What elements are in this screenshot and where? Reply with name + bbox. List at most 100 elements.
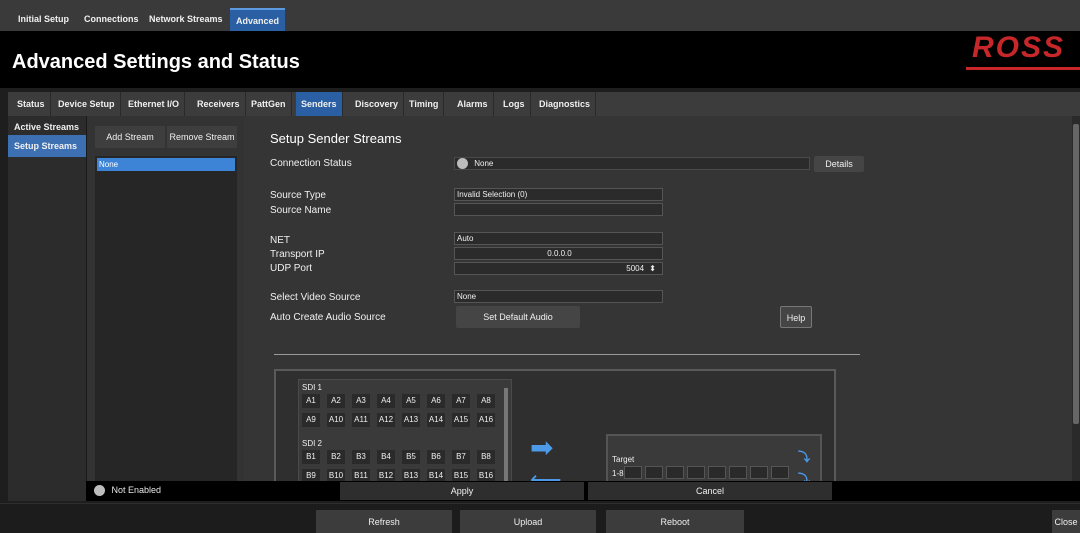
tab-alarms[interactable]: Alarms	[452, 92, 494, 116]
bottom-bar: Refresh Upload Reboot Close	[0, 503, 1080, 533]
curve-arrow-icon[interactable]: ⤵	[798, 448, 810, 465]
source-chip[interactable]: B1	[302, 450, 320, 464]
spinner-icon[interactable]: ⬍	[649, 264, 656, 273]
source-chip[interactable]: B12	[377, 469, 395, 481]
source-scrollbar[interactable]	[504, 388, 508, 481]
sdi1-label: SDI 1	[302, 383, 323, 392]
video-source-field[interactable]: None	[454, 290, 663, 303]
tab-connections[interactable]: Connections	[78, 8, 145, 31]
source-chip[interactable]: A6	[427, 394, 445, 408]
source-chip[interactable]: A8	[477, 394, 495, 408]
source-chip[interactable]: B5	[402, 450, 420, 464]
source-chip[interactable]: B13	[402, 469, 420, 481]
sdi2-label: SDI 2	[302, 439, 323, 448]
tab-device-setup[interactable]: Device Setup	[53, 92, 121, 116]
source-type-field[interactable]: Invalid Selection (0)	[454, 188, 663, 201]
main-scrollbar[interactable]	[1072, 116, 1080, 481]
udp-port-stepper[interactable]: 5004 ⬍	[454, 262, 663, 275]
tab-discovery[interactable]: Discovery	[350, 92, 405, 116]
source-chip[interactable]: A13	[402, 413, 420, 427]
target-slot[interactable]	[750, 466, 768, 479]
target-slot[interactable]	[645, 466, 663, 479]
target-row-label: 1-8	[612, 469, 624, 478]
target-slot[interactable]	[666, 466, 684, 479]
upload-button[interactable]: Upload	[460, 510, 596, 533]
source-chip[interactable]: A1	[302, 394, 320, 408]
source-chip[interactable]: A11	[352, 413, 370, 427]
tab-timing[interactable]: Timing	[404, 92, 445, 116]
source-chip[interactable]: A16	[477, 413, 495, 427]
source-chip[interactable]: A7	[452, 394, 470, 408]
source-chip[interactable]: B14	[427, 469, 445, 481]
target-slot[interactable]	[771, 466, 789, 479]
tab-initial-setup[interactable]: Initial Setup	[12, 8, 75, 31]
target-slot[interactable]	[687, 466, 705, 479]
tab-senders[interactable]: Senders	[296, 92, 343, 116]
tab-status[interactable]: Status	[12, 92, 51, 116]
tab-receivers[interactable]: Receivers	[192, 92, 246, 116]
status-dot-icon	[457, 158, 468, 170]
source-name-field[interactable]	[454, 203, 663, 216]
list-item[interactable]: None	[97, 158, 235, 171]
remove-stream-button[interactable]: Remove Stream	[167, 126, 237, 148]
source-chip[interactable]: B15	[452, 469, 470, 481]
reboot-button[interactable]: Reboot	[606, 510, 744, 533]
source-chip[interactable]: A15	[452, 413, 470, 427]
logo-text: ROSS	[972, 31, 1066, 64]
transport-ip-field[interactable]: 0.0.0.0	[454, 247, 663, 260]
arrow-left-icon[interactable]: ⟵	[530, 469, 562, 482]
status-text: Not Enabled	[111, 485, 162, 495]
source-chip[interactable]: B8	[477, 450, 495, 464]
source-chip[interactable]: A5	[402, 394, 420, 408]
source-chip[interactable]: B11	[352, 469, 370, 481]
curve-arrow-icon-2[interactable]: ⤵	[798, 470, 810, 481]
source-chip[interactable]: A14	[427, 413, 445, 427]
stream-list: None	[95, 156, 237, 481]
apply-button[interactable]: Apply	[340, 482, 584, 500]
source-chip[interactable]: B2	[327, 450, 345, 464]
cancel-button[interactable]: Cancel	[588, 482, 832, 500]
net-label: NET	[270, 235, 290, 246]
source-chip[interactable]: B16	[477, 469, 495, 481]
source-chip[interactable]: B7	[452, 450, 470, 464]
tab-diagnostics[interactable]: Diagnostics	[534, 92, 597, 116]
source-chip[interactable]: A2	[327, 394, 345, 408]
source-chip[interactable]: A10	[327, 413, 345, 427]
source-chip[interactable]: A12	[377, 413, 395, 427]
tab-network-streams[interactable]: Network Streams	[143, 8, 229, 31]
source-chip[interactable]: B4	[377, 450, 395, 464]
source-chip[interactable]: A4	[377, 394, 395, 408]
connection-status-label: Connection Status	[270, 158, 352, 169]
routing-panel: SDI 1 A1 A2 A3 A4 A5 A6 A7 A8 A9 A10 A11 A12 A13 A14…	[274, 369, 836, 481]
net-field[interactable]: Auto	[454, 232, 663, 245]
tab-advanced[interactable]: Advanced	[230, 8, 286, 31]
details-button[interactable]: Details	[814, 156, 864, 172]
add-stream-button[interactable]: Add Stream	[95, 126, 165, 148]
ross-logo: ROSS	[966, 31, 1080, 71]
close-button[interactable]: Close	[1052, 510, 1080, 533]
refresh-button[interactable]: Refresh	[316, 510, 452, 533]
target-slot[interactable]	[708, 466, 726, 479]
top-navigation: Initial Setup Connections Network Stream…	[0, 0, 1080, 31]
tab-pattgen[interactable]: PattGen	[246, 92, 292, 116]
arrow-right-icon[interactable]: ➡	[530, 434, 553, 462]
divider	[274, 354, 860, 355]
tab-ethernet-io[interactable]: Ethernet I/O	[123, 92, 186, 116]
source-type-label: Source Type	[270, 190, 326, 201]
source-chip[interactable]: B6	[427, 450, 445, 464]
source-chip[interactable]: A9	[302, 413, 320, 427]
target-slot[interactable]	[729, 466, 747, 479]
audio-source-label: Auto Create Audio Source	[270, 312, 386, 323]
source-chip[interactable]: B3	[352, 450, 370, 464]
source-chip[interactable]: A3	[352, 394, 370, 408]
nav-setup-streams[interactable]: Setup Streams	[8, 135, 86, 157]
source-chip[interactable]: B10	[327, 469, 345, 481]
source-chip[interactable]: B9	[302, 469, 320, 481]
target-slot[interactable]	[624, 466, 642, 479]
scrollbar-thumb[interactable]	[1073, 124, 1079, 424]
tab-logs[interactable]: Logs	[498, 92, 531, 116]
set-default-audio-button[interactable]: Set Default Audio	[456, 306, 580, 328]
source-name-label: Source Name	[270, 205, 332, 216]
connection-status-value: None	[474, 159, 494, 168]
help-button[interactable]: Help	[780, 306, 812, 328]
